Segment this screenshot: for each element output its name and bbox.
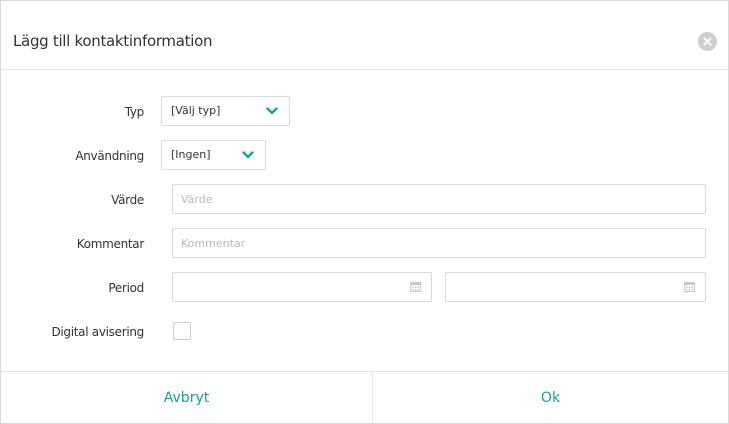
comment-input[interactable] — [172, 228, 706, 258]
value-input[interactable] — [172, 184, 706, 214]
close-icon — [703, 37, 712, 46]
period-end-input[interactable] — [445, 272, 706, 302]
ok-button[interactable]: Ok — [373, 372, 728, 424]
digital-notice-label: Digital avisering — [51, 325, 144, 339]
type-select[interactable]: [Välj typ] — [161, 96, 290, 126]
calendar-icon[interactable] — [410, 281, 421, 292]
period-start-input[interactable] — [172, 272, 432, 302]
type-select-value: [Välj typ] — [171, 104, 221, 117]
usage-select-value: [Ingen] — [171, 148, 211, 161]
chevron-down-icon — [242, 151, 254, 159]
usage-select[interactable]: [Ingen] — [161, 140, 266, 170]
comment-label: Kommentar — [76, 237, 145, 251]
add-contact-dialog: Lägg till kontaktinformation Typ [Välj t… — [0, 0, 729, 424]
cancel-button[interactable]: Avbryt — [1, 372, 372, 424]
dialog-footer: Avbryt Ok — [1, 371, 728, 424]
digital-notice-checkbox[interactable] — [173, 322, 191, 340]
calendar-icon[interactable] — [684, 281, 695, 292]
usage-label: Användning — [75, 149, 144, 163]
chevron-down-icon — [266, 107, 278, 115]
period-start — [172, 272, 432, 302]
period-label: Period — [108, 281, 144, 295]
dialog-header: Lägg till kontaktinformation — [1, 1, 728, 70]
dialog-title: Lägg till kontaktinformation — [13, 32, 213, 50]
type-label: Typ — [124, 105, 145, 119]
value-label: Värde — [111, 193, 144, 207]
close-button[interactable] — [698, 32, 717, 51]
period-end — [445, 272, 706, 302]
